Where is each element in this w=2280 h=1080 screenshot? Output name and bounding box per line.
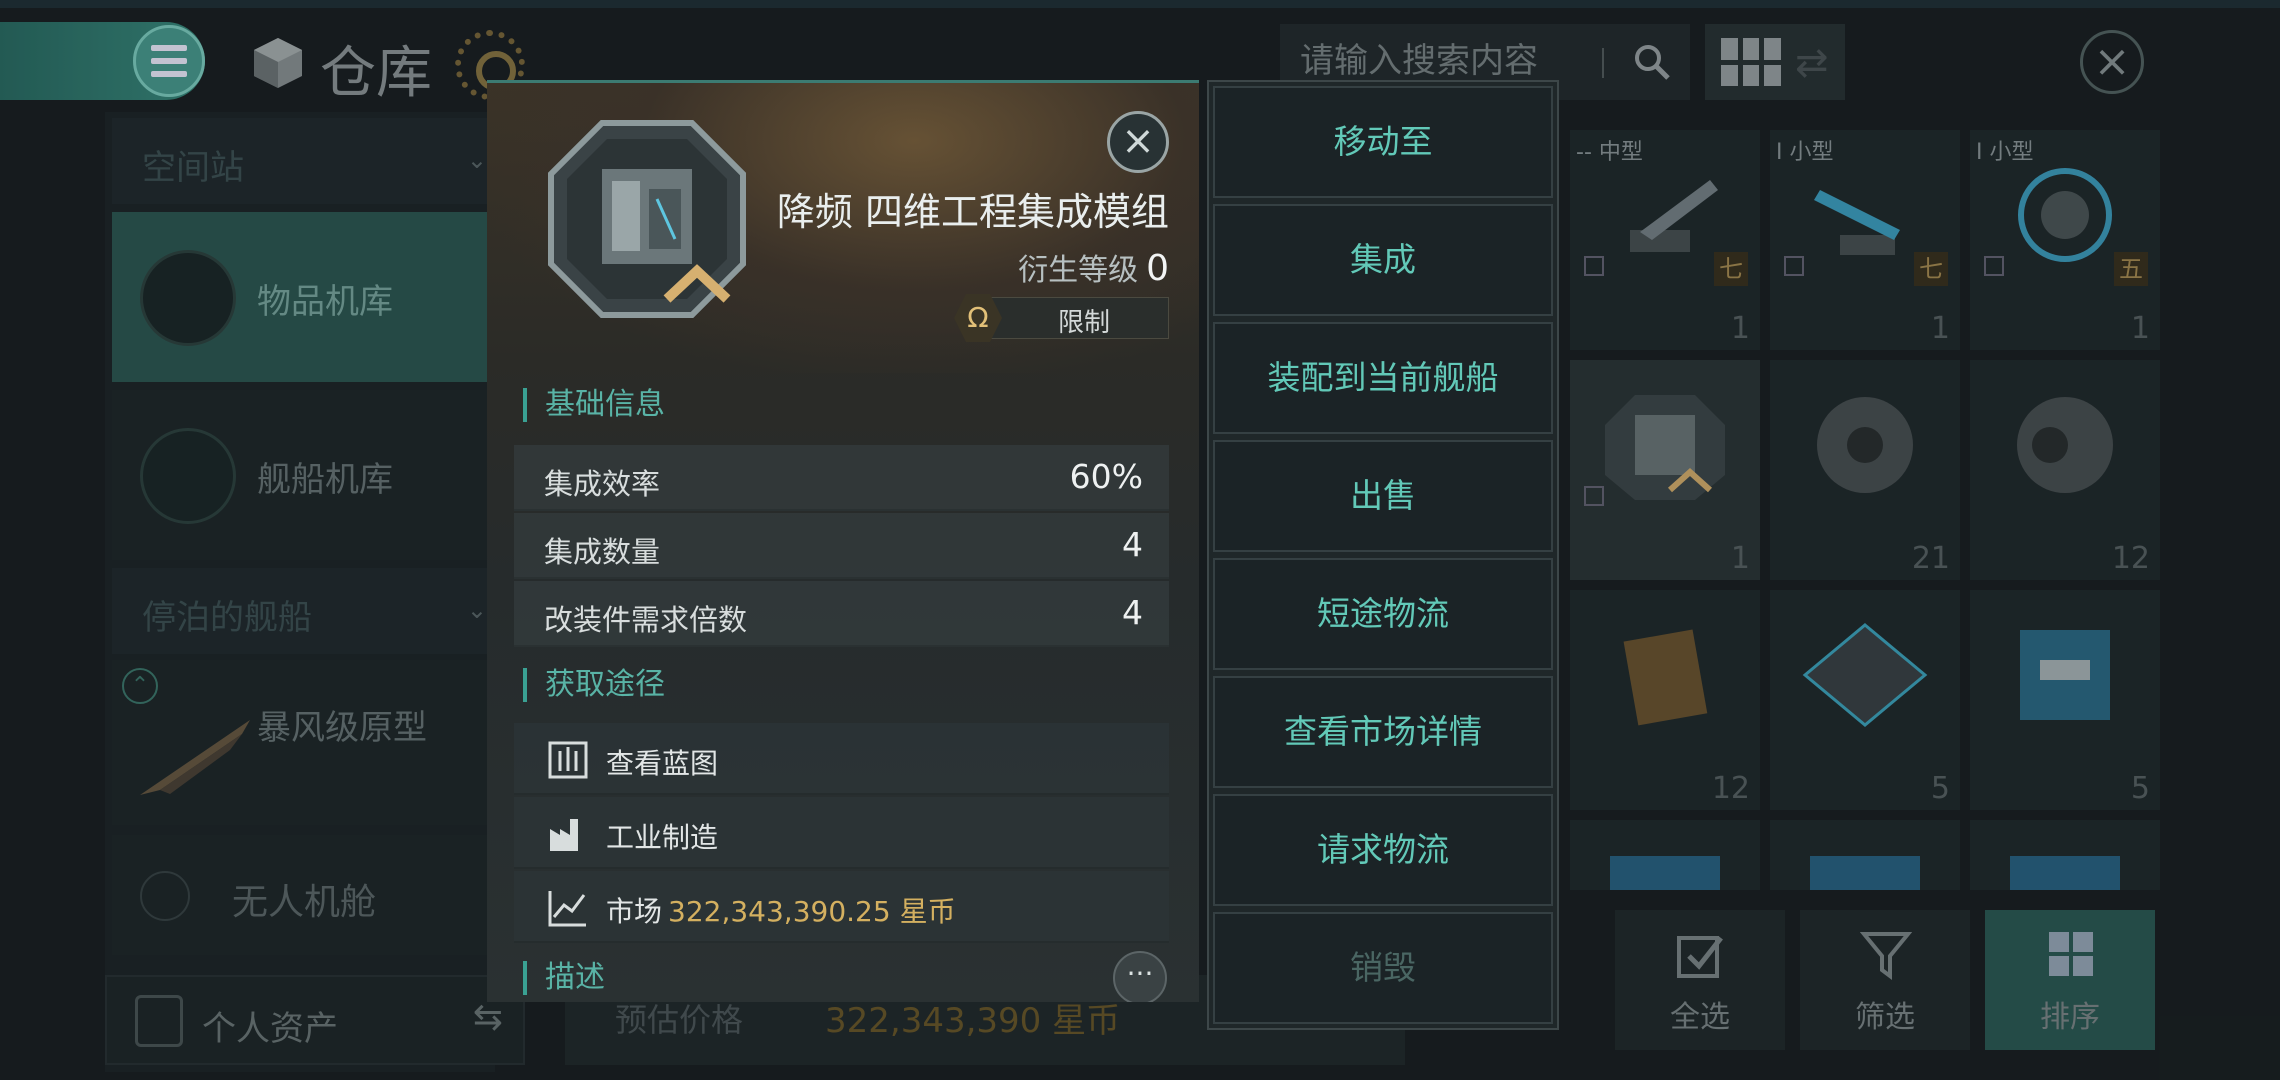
more-icon[interactable]: ··· — [1113, 951, 1167, 1002]
move-to-button[interactable]: 移动至 — [1213, 86, 1553, 198]
sell-button[interactable]: 出售 — [1213, 440, 1553, 552]
source-label: 工业制造 — [606, 821, 719, 854]
stat-row: 集成效率 60% — [514, 445, 1169, 511]
restriction-label: 限制 — [1057, 308, 1110, 338]
market-details-button[interactable]: 查看市场详情 — [1213, 676, 1553, 788]
derivative-label: 衍生等级 — [1018, 253, 1139, 288]
action-menu: 移动至 集成 装配到当前舰船 出售 短途物流 查看市场详情 请求物流 销毁 — [1207, 80, 1559, 1030]
source-label: 查看蓝图 — [606, 747, 719, 780]
stat-label: 集成数量 — [544, 535, 661, 569]
source-label: 市场 322,343,390.25 星币 — [606, 890, 956, 930]
source-market[interactable]: 市场 322,343,390.25 星币 — [514, 871, 1169, 943]
close-icon[interactable]: × — [1107, 111, 1169, 173]
market-price: 322,343,390.25 星币 — [668, 895, 956, 928]
stat-label: 改装件需求倍数 — [544, 603, 748, 637]
source-industry[interactable]: 工业制造 — [514, 797, 1169, 869]
integrate-button[interactable]: 集成 — [1213, 204, 1553, 316]
equip-to-ship-button[interactable]: 装配到当前舰船 — [1213, 322, 1553, 434]
acquire-title: 获取途径 — [523, 668, 665, 702]
derivative-value: 0 — [1146, 248, 1169, 289]
stat-label: 集成效率 — [544, 467, 661, 501]
item-detail-panel: × 降频 四维工程集成模组 衍生等级 0 Ω 限制 基础信息 集成效率 60% 集… — [487, 80, 1199, 1002]
description-title: 描述 — [523, 961, 605, 995]
stat-value: 60% — [1069, 457, 1143, 496]
stat-value: 4 — [1122, 525, 1143, 564]
blueprint-icon — [548, 741, 588, 779]
request-logistics-button[interactable]: 请求物流 — [1213, 794, 1553, 906]
derivative-level: 衍生等级 0 — [1018, 245, 1169, 289]
basic-info-title: 基础信息 — [523, 388, 665, 422]
factory-icon — [550, 819, 578, 851]
stat-row: 集成数量 4 — [514, 513, 1169, 579]
restriction-badge[interactable]: Ω 限制 — [954, 294, 1169, 342]
stat-value: 4 — [1122, 593, 1143, 632]
source-blueprint[interactable]: 查看蓝图 — [514, 723, 1169, 795]
item-name: 降频 四维工程集成模组 — [776, 190, 1169, 234]
stat-row: 改装件需求倍数 4 — [514, 581, 1169, 647]
destroy-button[interactable]: 销毁 — [1213, 912, 1553, 1024]
market-label: 市场 — [606, 895, 663, 928]
market-chart-icon — [548, 891, 586, 927]
short-logistics-button[interactable]: 短途物流 — [1213, 558, 1553, 670]
integration-module-icon — [548, 120, 746, 318]
